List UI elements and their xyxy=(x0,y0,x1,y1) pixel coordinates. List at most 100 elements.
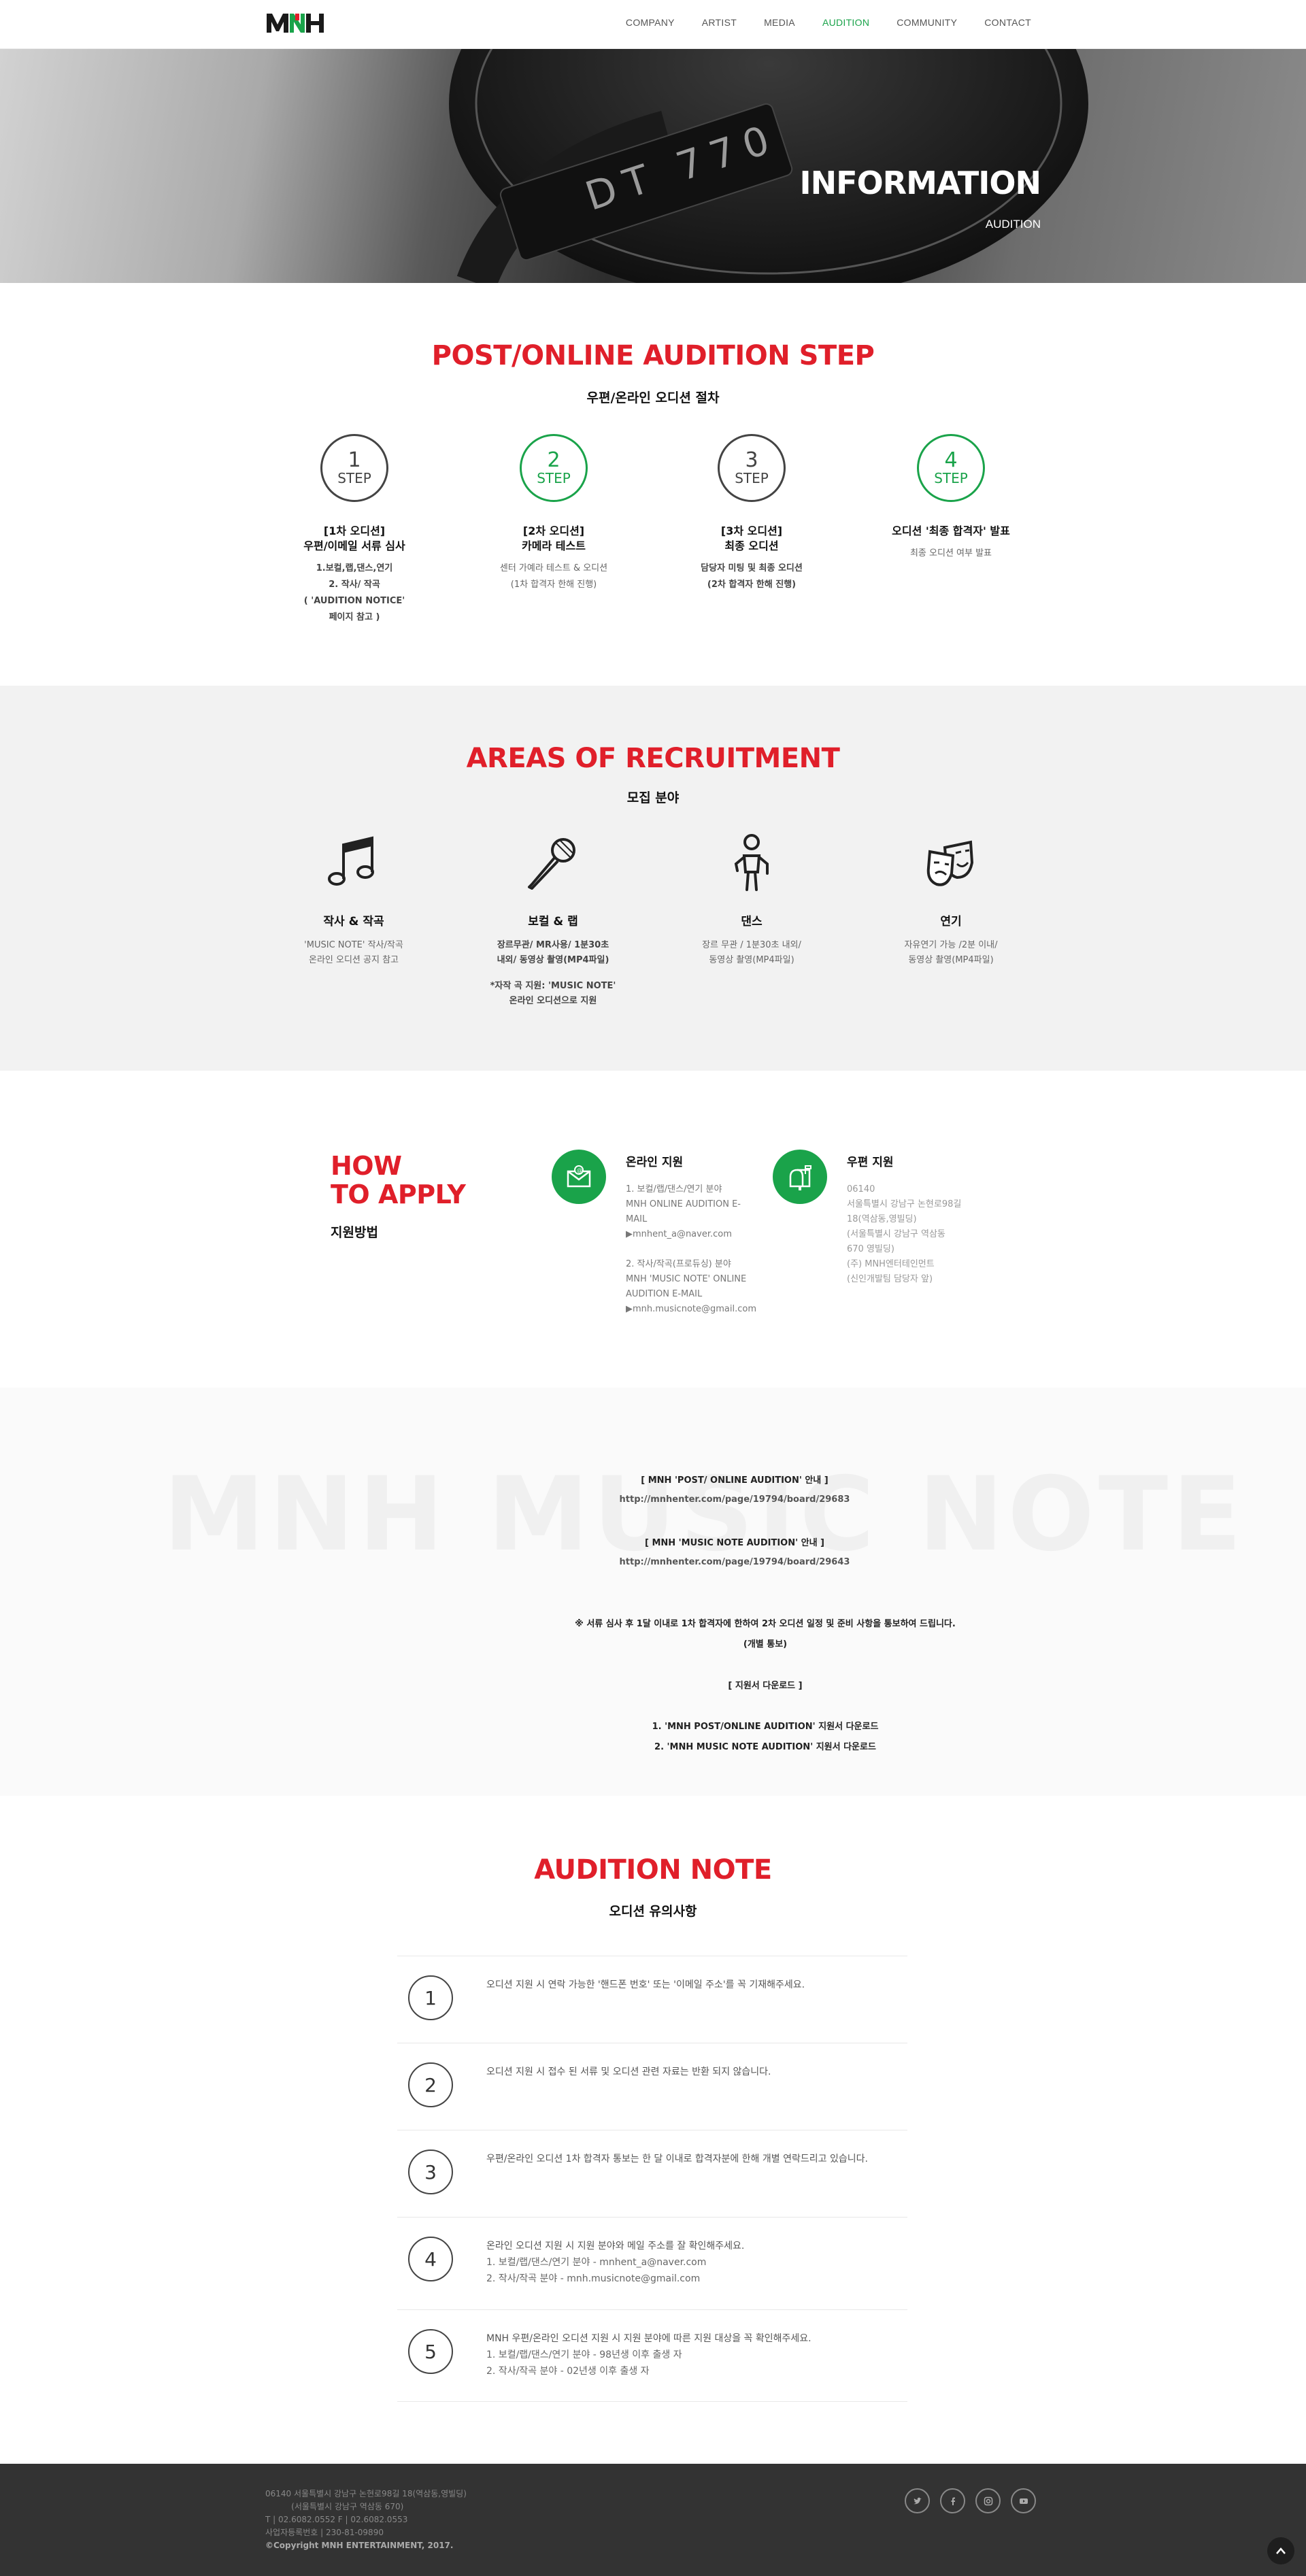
nav-contact[interactable]: CONTACT xyxy=(984,17,1031,28)
step-title: 오디션 '최종 합격자' 발표 xyxy=(869,524,1033,539)
step-desc-line: ( 'AUDITION NOTICE' xyxy=(303,596,405,606)
logo-graphic xyxy=(267,14,324,33)
apply-line: MAIL xyxy=(626,1214,648,1224)
note-number: 2 xyxy=(408,2062,453,2107)
facebook-icon[interactable] xyxy=(940,2488,965,2513)
how-title-line: HOW xyxy=(331,1151,402,1181)
step-desc-line: 센터 가예라 테스트 & 오디션 xyxy=(499,563,608,573)
note-line: 2. 작사/작곡 분야 - 02년생 이후 출생 자 xyxy=(486,2366,650,2377)
post-apply-title: 우편 지원 xyxy=(847,1156,894,1169)
area-desc-line: 자유연기 가능 /2분 이내/ xyxy=(904,940,998,950)
step-label: STEP xyxy=(735,470,769,486)
step-1: 1 STEP [1차 오디션] 우편/이메일 서류 심사 1.보컬,랩,댄스,연… xyxy=(273,434,436,626)
note-text: 오디션 지원 시 접수 된 서류 및 오디션 관련 자료는 반환 되지 않습니다… xyxy=(486,2064,894,2080)
copyright: ©Copyright MNH ENTERTAINMENT, 2017. xyxy=(265,2541,454,2550)
download-music-application[interactable]: 2. 'MNH MUSIC NOTE AUDITION' 지원서 다운로드 xyxy=(112,1739,1306,1752)
area-desc-line: 온라인 오디션 공지 참고 xyxy=(309,955,399,965)
music-notice-title: [ MNH 'MUSIC NOTE AUDITION' 안내 ] xyxy=(644,1538,824,1548)
apply-line: MNH ONLINE AUDITION E- xyxy=(626,1199,741,1209)
music-note-icon xyxy=(328,836,374,886)
note-text: 온라인 오디션 지원 시 지원 분야와 메일 주소를 잘 확인해주세요. 1. … xyxy=(486,2238,894,2287)
company-info: 06140 서울특별시 강남구 논현로98길 18(역삼동,영빌딩) (서울특별… xyxy=(265,2488,467,2552)
note-line: 온라인 오디션 지원 시 지원 분야와 메일 주소를 잘 확인해주세요. xyxy=(486,2241,745,2252)
microphone-icon xyxy=(528,838,575,890)
nav-community[interactable]: COMMUNITY xyxy=(897,17,957,28)
hero-banner: DT 770 INFORMATION AUDITION xyxy=(0,49,1306,283)
step-label: STEP xyxy=(337,470,371,486)
nav-artist[interactable]: ARTIST xyxy=(702,17,737,28)
step-title: [2차 오디션] 카메라 테스트 xyxy=(472,524,635,554)
step-description: 1.보컬,랩,댄스,연기 2. 작사/ 작곡 ( 'AUDITION NOTIC… xyxy=(273,561,436,626)
address-line: (신인개발팀 담당자 앞) xyxy=(847,1274,933,1284)
step-desc-line: 담당자 미팅 및 최종 오디션 xyxy=(701,563,803,573)
divider xyxy=(397,2401,907,2402)
address-line: 06140 xyxy=(847,1184,875,1194)
site-footer: 06140 서울특별시 강남구 논현로98길 18(역삼동,영빌딩) (서울특별… xyxy=(0,2464,1306,2576)
step-4: 4 STEP 오디션 '최종 합격자' 발표 최종 오디션 여부 발표 xyxy=(869,434,1033,562)
step-number: 4 xyxy=(944,448,958,472)
download-post-application[interactable]: 1. 'MNH POST/ONLINE AUDITION' 지원서 다운로드 xyxy=(112,1719,1306,1732)
chevron-up-icon xyxy=(1276,2547,1286,2554)
social-links xyxy=(905,2488,1036,2513)
twitter-icon[interactable] xyxy=(905,2488,930,2513)
step-title-line: [2차 오디션] xyxy=(522,524,585,537)
step-title: [3차 오디션] 최종 오디션 xyxy=(670,524,833,554)
step-label: STEP xyxy=(537,470,571,486)
area-vocal-rap: 보컬 & 랩 장르무관/ MR사용/ 1분30초 내외/ 동영상 촬영(MP4파… xyxy=(465,831,641,1009)
mnh-logo[interactable] xyxy=(265,11,325,34)
dancer-icon xyxy=(734,834,769,891)
note-line: 오디션 지원 시 연락 가능한 '핸드폰 번호' 또는 '이메일 주소'를 꼭 … xyxy=(486,1979,805,1990)
step-title-line: 오디션 '최종 합격자' 발표 xyxy=(892,524,1010,537)
mailbox-graphic xyxy=(789,1165,811,1190)
area-description: 'MUSIC NOTE' 작사/작곡 온라인 오디션 공지 참고 xyxy=(265,938,442,968)
email-link[interactable]: ▶mnh.musicnote@gmail.com xyxy=(626,1302,775,1317)
headphone-image: DT 770 xyxy=(449,49,1088,283)
note-item-1: 1 오디션 지원 시 연락 가능한 '핸드폰 번호' 또는 '이메일 주소'를 … xyxy=(397,1956,907,2043)
address-line: 서울특별시 강남구 논현로98길 xyxy=(847,1199,962,1209)
note-item-5: 5 MNH 우편/온라인 오디션 지원 시 지원 분야에 따른 지원 대상을 꼭… xyxy=(397,2309,907,2401)
note-line: 2. 작사/작곡 분야 - mnh.musicnote@gmail.com xyxy=(486,2273,701,2284)
area-desc-line: 장르무관/ MR사용/ 1분30초 xyxy=(497,940,609,950)
screening-notice: ※ 서류 심사 후 1달 이내로 1차 합격자에 한하여 2차 오디션 일정 및… xyxy=(575,1619,956,1629)
step-circle: 4 STEP xyxy=(917,434,985,502)
note-line: 오디션 지원 시 접수 된 서류 및 오디션 관련 자료는 반환 되지 않습니다… xyxy=(486,2067,771,2077)
area-title: 보컬 & 랩 xyxy=(528,915,578,929)
nav-company[interactable]: COMPANY xyxy=(626,17,675,28)
scroll-to-top-button[interactable] xyxy=(1267,2537,1294,2564)
nav-audition[interactable]: AUDITION xyxy=(822,17,869,28)
step-title-line: [3차 오디션] xyxy=(720,524,783,537)
online-apply-details: 1. 보컬/랩/댄스/연기 분야 MNH ONLINE AUDITION E- … xyxy=(626,1182,775,1317)
page-subtitle: AUDITION xyxy=(985,218,1041,231)
address-line: 18(역삼동,영빌딩) xyxy=(847,1214,917,1224)
envelope-graphic: @ xyxy=(567,1165,591,1188)
step-desc-line: 최종 오디션 여부 발표 xyxy=(909,548,992,558)
main-nav: COMPANY ARTIST MEDIA AUDITION COMMUNITY … xyxy=(599,17,1031,28)
apply-line: MNH 'MUSIC NOTE' ONLINE xyxy=(626,1274,747,1284)
step-3: 3 STEP [3차 오디션] 최종 오디션 담당자 미팅 및 최종 오디션 (… xyxy=(670,434,833,593)
note-line: 1. 보컬/랩/댄스/연기 분야 - mnhent_a@naver.com xyxy=(486,2257,707,2268)
area-dance: 댄스 장르 무관 / 1분30초 내외/ 동영상 촬영(MP4파일) xyxy=(663,831,840,968)
instagram-icon[interactable] xyxy=(975,2488,1001,2513)
address-line: 670 영빌딩) xyxy=(847,1244,894,1254)
area-note: *자작 곡 지원: 'MUSIC NOTE' 온라인 오디션으로 지원 xyxy=(465,979,641,1009)
youtube-icon[interactable] xyxy=(1011,2488,1036,2513)
music-notice-link[interactable]: http://mnhenter.com/page/19794/board/296… xyxy=(82,1557,1306,1567)
note-line: 우편/온라인 오디션 1차 합격자 통보는 한 달 이내로 합격자분에 한해 개… xyxy=(486,2154,868,2164)
post-apply-address: 06140 서울특별시 강남구 논현로98길 18(역삼동,영빌딩) (서울특별… xyxy=(847,1182,997,1287)
note-line: 1. 보컬/랩/댄스/연기 분야 - 98년생 이후 출생 자 xyxy=(486,2349,682,2360)
footer-phone: T | 02.6082.0552 F | 02.6082.0553 xyxy=(265,2515,408,2524)
apply-line: AUDITION E-MAIL xyxy=(626,1289,703,1299)
note-text: MNH 우편/온라인 오디션 지원 시 지원 분야에 따른 지원 대상을 꼭 확… xyxy=(486,2330,894,2379)
area-title: 댄스 xyxy=(741,915,763,929)
step-description: 담당자 미팅 및 최종 오디션 (2차 합격자 한해 진행) xyxy=(670,561,833,593)
note-number: 1 xyxy=(408,1975,453,2020)
area-description: 장르 무관 / 1분30초 내외/ 동영상 촬영(MP4파일) xyxy=(663,938,840,968)
online-apply-title: 온라인 지원 xyxy=(626,1156,684,1169)
nav-media[interactable]: MEDIA xyxy=(764,17,795,28)
step-title-line: 우편/이메일 서류 심사 xyxy=(303,539,405,552)
email-link[interactable]: ▶mnhent_a@naver.com xyxy=(626,1227,775,1242)
post-notice-link[interactable]: http://mnhenter.com/page/19794/board/296… xyxy=(82,1494,1306,1505)
area-songwriting: 작사 & 작곡 'MUSIC NOTE' 작사/작곡 온라인 오디션 공지 참고 xyxy=(265,831,442,968)
page-title: INFORMATION xyxy=(799,165,1041,201)
